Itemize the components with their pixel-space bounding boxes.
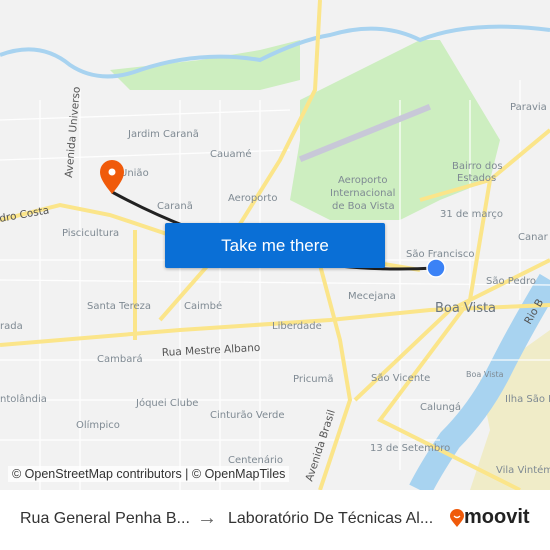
label: São Francisco [406, 249, 474, 260]
label: Jardim Caranã [127, 129, 199, 140]
moovit-pin-icon [450, 508, 464, 527]
label: Jóquei Clube [135, 397, 198, 409]
label: Caimbé [184, 300, 222, 312]
label: Bairro dos [452, 161, 503, 172]
label: Caranã [157, 201, 193, 212]
label: Liberdade [272, 321, 322, 332]
label: Mecejana [348, 291, 396, 302]
label: União [120, 168, 149, 179]
label: Paravia [510, 102, 547, 113]
label: Cauamé [210, 148, 251, 160]
label: 13 de Setembro [370, 443, 450, 454]
label: Internacional [330, 188, 395, 199]
destination-name: Laboratório De Técnicas Al... [228, 510, 434, 527]
label: Santa Tereza [87, 301, 151, 312]
origin-name: Rua General Penha B... [20, 510, 190, 527]
label: Cambará [97, 353, 143, 365]
origin-marker[interactable] [426, 258, 446, 278]
footer: Rua General Penha B... → Laboratório De … [0, 490, 550, 550]
label: ntolândia [0, 393, 47, 405]
label: Boa Vista [466, 370, 504, 379]
label: 31 de março [440, 209, 503, 220]
label: de Boa Vista [332, 201, 395, 212]
label: Olímpico [76, 419, 120, 431]
label: Vila Vintém [496, 464, 550, 476]
map[interactable]: Jardim Caranã Cauamé União Caranã Aeropo… [0, 0, 550, 490]
label: Canar [518, 232, 549, 243]
label: Calungá [420, 401, 461, 413]
label: rada [0, 321, 23, 332]
label: Piscicultura [62, 228, 119, 239]
label: Cinturão Verde [210, 410, 285, 421]
label: Estados [457, 173, 496, 184]
label: Boa Vista [435, 301, 496, 316]
label: São Pedro [486, 276, 536, 287]
arrow-right-icon: → [197, 507, 217, 529]
brand-name: moovit [464, 506, 530, 528]
label: Aeroporto [228, 193, 277, 204]
take-me-there-button[interactable]: Take me there [165, 223, 385, 268]
label: São Vicente [371, 373, 430, 384]
label: Ilha São Pe [505, 394, 550, 405]
label: Centenário [228, 454, 283, 466]
label: Pricumã [293, 374, 333, 385]
label: Aeroporto [338, 175, 387, 186]
map-attribution[interactable]: © OpenStreetMap contributors | © OpenMap… [8, 466, 290, 482]
moovit-logo: moovit [450, 506, 530, 529]
